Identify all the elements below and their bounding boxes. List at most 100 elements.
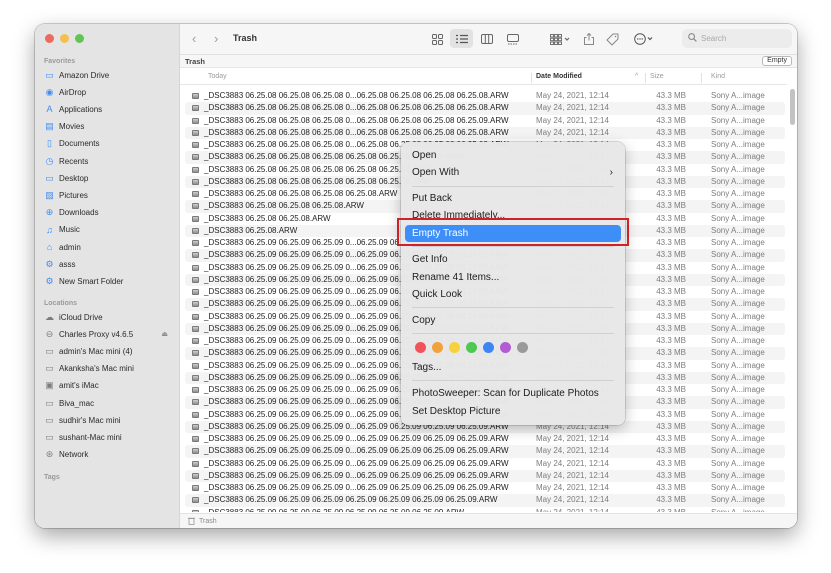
minimize-button[interactable] [60, 34, 69, 43]
status-path-label[interactable]: Trash [199, 518, 217, 525]
tag-gray-dot[interactable] [517, 342, 528, 353]
close-button[interactable] [45, 34, 54, 43]
eject-icon[interactable]: ⏏ [161, 330, 168, 338]
back-button[interactable]: ‹ [192, 31, 196, 46]
search-input[interactable] [701, 34, 786, 43]
file-kind: Sony A...image [711, 189, 765, 198]
icon-view-icon[interactable] [430, 32, 444, 46]
sidebar-item-desktop[interactable]: ▭ Desktop [44, 170, 172, 186]
tag-purple-dot[interactable] [500, 342, 511, 353]
menu-separator [412, 186, 614, 187]
maximize-button[interactable] [75, 34, 84, 43]
file-row[interactable]: _DSC3883 06.25.08 06.25.08 06.25.08 0...… [185, 126, 785, 139]
file-row[interactable]: _DSC3883 06.25.09 06.25.09 06.25.09 0...… [185, 469, 785, 482]
desktop-icon: ▭ [45, 172, 54, 183]
file-icon [192, 203, 199, 210]
file-row[interactable]: _DSC3883 06.25.09 06.25.09 06.25.09 0...… [185, 458, 785, 470]
sidebar-item-biva-mac[interactable]: ▭ Biva_mac [44, 395, 172, 411]
file-icon [192, 154, 199, 161]
tag-yellow-dot[interactable] [449, 342, 460, 353]
sidebar-item-icloud-drive[interactable]: ☁ iCloud Drive [44, 309, 172, 325]
column-header-kind[interactable]: Kind [711, 73, 725, 80]
file-row[interactable]: _DSC3883 06.25.09 06.25.09 06.25.09 0...… [185, 433, 785, 445]
column-divider[interactable] [701, 73, 702, 83]
sidebar-item-new-smart-folder[interactable]: ⚙ New Smart Folder [44, 273, 172, 289]
sidebar-item-charles-proxy-v4-6-5[interactable]: ⊖ Charles Proxy v4.6.5 ⏏ [44, 326, 172, 342]
file-row[interactable]: _DSC3883 06.25.09 06.25.09 06.25.09 0...… [185, 445, 785, 458]
forward-button[interactable]: › [214, 31, 218, 46]
menu-item-quick-look[interactable]: Quick Look [405, 286, 621, 303]
gallery-view-icon[interactable] [506, 32, 520, 46]
file-size: 43.3 MB [656, 103, 686, 113]
menu-item-set-desktop-picture[interactable]: Set Desktop Picture [405, 403, 621, 420]
file-row[interactable]: _DSC3883 06.25.09 06.25.09 06.25.09 0...… [185, 482, 785, 494]
sidebar-item-documents[interactable]: ▯ Documents [44, 136, 172, 152]
sidebar-item-applications[interactable]: A Applications [44, 101, 172, 117]
file-size: 43.3 MB [656, 397, 686, 407]
menu-item-open[interactable]: Open [405, 147, 621, 164]
sidebar-item-recents[interactable]: ◷ Recents [44, 153, 172, 169]
scrollbar-thumb[interactable] [790, 89, 795, 125]
column-header-date-modified[interactable]: Date Modified [536, 73, 582, 80]
column-header-name[interactable]: Today [208, 73, 227, 80]
menu-separator [412, 307, 614, 308]
sidebar-item-admin[interactable]: ⌂ admin [44, 239, 172, 255]
sidebar-item-sudhir-s-mac-mini[interactable]: ▭ sudhir's Mac mini [44, 412, 172, 428]
column-divider[interactable] [531, 73, 532, 83]
menu-item-tags[interactable]: Tags... [405, 359, 621, 376]
group-by-menu-icon[interactable] [549, 32, 571, 46]
menu-item-label: Set Desktop Picture [412, 406, 501, 417]
sidebar-item-sushant-mac-mini[interactable]: ▭ sushant-Mac mini [44, 429, 172, 445]
file-row[interactable]: _DSC3883 06.25.09 06.25.09 06.25.09 06.2… [185, 507, 785, 512]
file-size: 43.3 MB [656, 323, 686, 333]
sidebar-item-amazon-drive[interactable]: ▭ Amazon Drive [44, 67, 172, 83]
search-field[interactable] [682, 29, 792, 48]
column-view-icon[interactable] [480, 32, 494, 46]
traffic-lights [45, 34, 84, 43]
menu-item-open-with[interactable]: Open With › [405, 164, 621, 181]
menu-item-copy[interactable]: Copy [405, 312, 621, 329]
tag-green-dot[interactable] [466, 342, 477, 353]
sidebar-item-downloads[interactable]: ⊕ Downloads [44, 205, 172, 221]
tag-orange-dot[interactable] [432, 342, 443, 353]
sidebar-item-admin-s-mac-mini-4[interactable]: ▭ admin's Mac mini (4) [44, 343, 172, 359]
file-date-modified: May 24, 2021, 12:14 [536, 446, 609, 456]
sidebar-item-pictures[interactable]: ▨ Pictures [44, 187, 172, 203]
sidebar-item-airdrop[interactable]: ◉ AirDrop [44, 84, 172, 100]
locations-heading: Locations [44, 300, 78, 307]
sidebar-item-label: Movies [59, 122, 85, 132]
list-view-icon[interactable] [450, 29, 473, 48]
tag-red-dot[interactable] [415, 342, 426, 353]
sidebar-item-music[interactable]: ♫ Music [44, 222, 172, 238]
file-row[interactable]: _DSC3883 06.25.08 06.25.08 06.25.08 0...… [185, 115, 785, 127]
sidebar-item-akanksha-s-mac-mini[interactable]: ▭ Akanksha's Mac mini [44, 361, 172, 377]
search-icon [688, 33, 697, 44]
file-kind: Sony A...image [711, 115, 765, 125]
sort-ascending-icon[interactable]: ^ [635, 73, 638, 80]
file-date-modified: May 24, 2021, 12:14 [536, 91, 609, 100]
file-row[interactable]: _DSC3883 06.25.09 06.25.09 06.25.09 06.2… [185, 494, 785, 507]
share-icon[interactable] [583, 32, 595, 46]
menu-item-delete-immediately[interactable]: Delete Immediately... [405, 207, 621, 224]
action-menu-icon[interactable] [633, 32, 655, 46]
file-kind: Sony A...image [711, 434, 765, 443]
menu-item-get-info[interactable]: Get Info [405, 251, 621, 268]
tag-icon[interactable] [605, 32, 619, 46]
mac-mini-icon: ▭ [45, 397, 54, 408]
sidebar-item-asss[interactable]: ⚙ asss [44, 256, 172, 272]
vertical-scrollbar[interactable] [790, 89, 795, 525]
sidebar-item-movies[interactable]: ▤ Movies [44, 119, 172, 135]
column-divider[interactable] [645, 73, 646, 83]
file-row[interactable]: _DSC3883 06.25.08 06.25.08 06.25.08 0...… [185, 102, 785, 115]
column-header-size[interactable]: Size [650, 73, 664, 80]
sidebar-item-network[interactable]: ⊛ Network [44, 447, 172, 463]
menu-item-rename[interactable]: Rename 41 Items... [405, 269, 621, 286]
sidebar-item-label: Network [59, 450, 89, 460]
tag-blue-dot[interactable] [483, 342, 494, 353]
menu-item-empty-trash[interactable]: Empty Trash [405, 225, 621, 242]
empty-trash-button[interactable]: Empty [762, 56, 792, 66]
menu-item-photosweeper[interactable]: PhotoSweeper: Scan for Duplicate Photos [405, 385, 621, 402]
file-row[interactable]: _DSC3883 06.25.08 06.25.08 06.25.08 0...… [185, 90, 785, 102]
menu-item-put-back[interactable]: Put Back [405, 190, 621, 207]
sidebar-item-amit-s-imac[interactable]: ▣ amit's iMac [44, 378, 172, 394]
